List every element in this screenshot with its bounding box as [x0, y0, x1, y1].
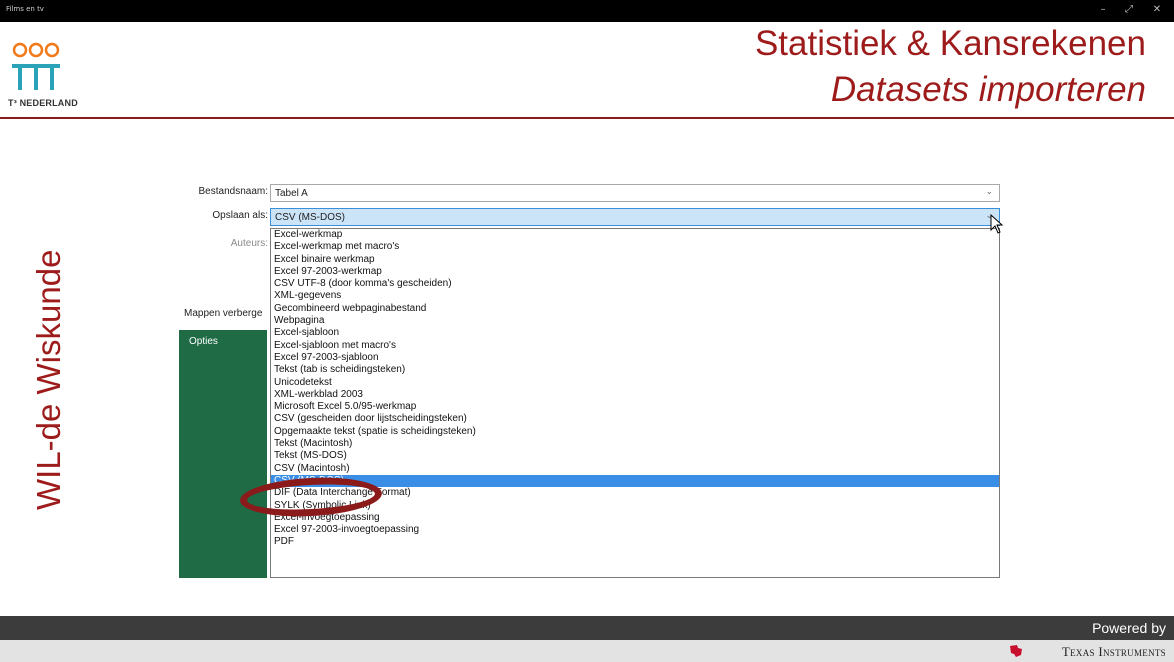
file-type-select[interactable]: CSV (MS-DOS) ⌄	[270, 208, 1000, 226]
file-type-option[interactable]: Unicodetekst	[271, 377, 999, 389]
file-type-option[interactable]: Gecombineerd webpaginabestand	[271, 303, 999, 315]
minimize-button[interactable]: –	[1094, 3, 1112, 17]
options-menu-item[interactable]: Opties	[189, 336, 218, 347]
logo-text: T³ NEDERLAND	[8, 98, 78, 108]
footer-brand-strip: Texas Instruments	[0, 640, 1174, 662]
side-title: WIL-de Wiskunde	[30, 249, 67, 510]
powered-by-text: Powered by	[1092, 620, 1166, 636]
file-type-value: CSV (MS-DOS)	[275, 212, 345, 223]
file-type-option[interactable]: Opgemaakte tekst (spatie is scheidingste…	[271, 426, 999, 438]
file-type-option[interactable]: CSV (gescheiden door lijstscheidingsteke…	[271, 413, 999, 425]
filename-field[interactable]: Tabel A ⌄	[270, 184, 1000, 202]
file-type-option[interactable]: XML-werkblad 2003	[271, 389, 999, 401]
header-divider	[0, 117, 1174, 119]
restore-button[interactable]: ⤢	[1120, 3, 1138, 17]
file-type-option[interactable]: CSV (Macintosh)	[271, 463, 999, 475]
file-type-option[interactable]: Excel-invoegtoepassing	[271, 512, 999, 524]
window-titlebar: Films en tv – ⤢ ✕	[0, 0, 1174, 22]
chevron-down-icon[interactable]: ⌄	[985, 187, 993, 197]
brand-name: Texas Instruments	[1061, 644, 1166, 659]
t3-logo: T³ NEDERLAND	[8, 28, 88, 112]
file-type-option[interactable]: Excel-werkmap	[271, 229, 999, 241]
t3-logo-icon	[10, 30, 86, 94]
file-type-option[interactable]: Tekst (Macintosh)	[271, 438, 999, 450]
authors-label: Auteurs:	[230, 238, 268, 249]
file-type-option[interactable]: Excel-werkmap met macro's	[271, 241, 999, 253]
file-type-option[interactable]: Tekst (tab is scheidingsteken)	[271, 364, 999, 376]
save-as-dialog: Bestandsnaam: Tabel A ⌄ Opslaan als: CSV…	[178, 158, 1004, 578]
excel-backstage-panel: Opties	[179, 330, 267, 578]
file-type-option[interactable]: Excel 97-2003-werkmap	[271, 266, 999, 278]
texas-instruments-logo-icon	[1010, 645, 1022, 657]
file-type-option[interactable]: Excel 97-2003-invoegtoepassing	[271, 524, 999, 536]
filename-label: Bestandsnaam:	[198, 186, 269, 197]
file-type-option[interactable]: PDF	[271, 536, 999, 548]
file-type-option[interactable]: SYLK (Symbolic Link)	[271, 500, 999, 512]
file-type-option[interactable]: Excel-sjabloon met macro's	[271, 340, 999, 352]
filename-value: Tabel A	[275, 188, 308, 199]
file-type-option[interactable]: Excel binaire werkmap	[271, 254, 999, 266]
close-button[interactable]: ✕	[1148, 3, 1166, 17]
file-type-option[interactable]: XML-gegevens	[271, 290, 999, 302]
slide-subtitle: Datasets importeren	[830, 70, 1146, 109]
file-type-option[interactable]: Webpagina	[271, 315, 999, 327]
footer-bar: Powered by	[0, 616, 1174, 640]
file-type-option[interactable]: Tekst (MS-DOS)	[271, 450, 999, 462]
file-type-option[interactable]: DIF (Data Interchange Format)	[271, 487, 999, 499]
hide-folders-button[interactable]: Mappen verberge	[184, 308, 268, 319]
file-type-option[interactable]: Excel-sjabloon	[271, 327, 999, 339]
file-type-option[interactable]: CSV UTF-8 (door komma's gescheiden)	[271, 278, 999, 290]
file-type-dropdown-list[interactable]: Excel-werkmap Excel-werkmap met macro's Ex…	[270, 228, 1000, 578]
save-as-label: Opslaan als:	[212, 210, 268, 221]
window-title: Films en tv	[6, 5, 44, 13]
file-type-option[interactable]: CSV (MS-DOS)	[271, 474, 999, 488]
mouse-pointer-icon	[990, 214, 1004, 234]
file-type-option[interactable]: Excel 97-2003-sjabloon	[271, 352, 999, 364]
file-type-option[interactable]: Microsoft Excel 5.0/95-werkmap	[271, 401, 999, 413]
slide-title: Statistiek & Kansrekenen	[754, 24, 1146, 63]
